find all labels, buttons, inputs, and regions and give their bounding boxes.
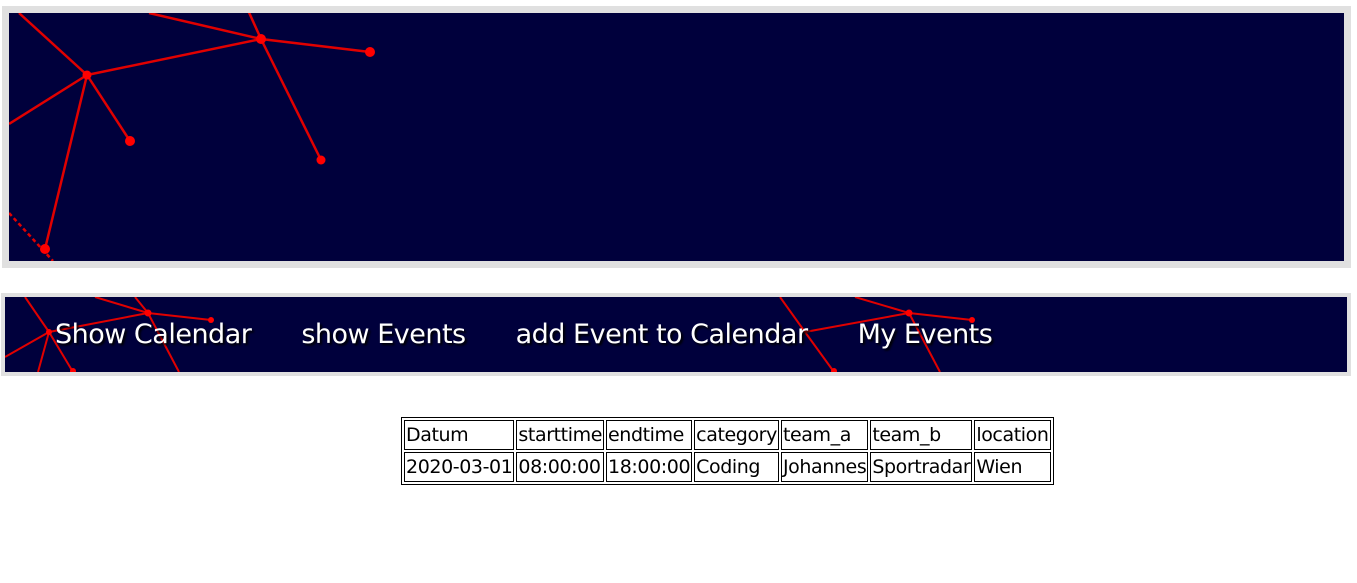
nav-link-list: Show Calendar show Events add Event to C… [55,297,1042,372]
nav-link-show-calendar[interactable]: Show Calendar [55,319,252,350]
cell-location: Wien [974,452,1051,482]
cell-team-b: Sportradar [870,452,973,482]
column-header-category: category [694,420,779,450]
table-header-row: Datum starttime endtime category team_a … [404,420,1051,450]
nav-link-add-event[interactable]: add Event to Calendar [516,319,808,350]
cell-endtime: 18:00:00 [606,452,693,482]
cell-team-a: Johannes [780,452,869,482]
column-header-team-a: team_a [780,420,869,450]
events-table: Datum starttime endtime category team_a … [401,417,1054,485]
cell-datum: 2020-03-01 [404,452,515,482]
header-banner [2,6,1351,268]
network-graph-decoration [9,13,375,261]
column-header-datum: Datum [404,420,515,450]
cell-starttime: 08:00:00 [516,452,605,482]
column-header-starttime: starttime [516,420,605,450]
cell-category: Coding [694,452,779,482]
column-header-team-b: team_b [870,420,973,450]
nav-link-show-events[interactable]: show Events [301,319,466,350]
main-navigation: Show Calendar show Events add Event to C… [1,293,1351,376]
column-header-endtime: endtime [606,420,693,450]
column-header-location: location [974,420,1051,450]
table-row: 2020-03-01 08:00:00 18:00:00 Coding Joha… [404,452,1051,482]
nav-link-my-events[interactable]: My Events [858,319,993,350]
